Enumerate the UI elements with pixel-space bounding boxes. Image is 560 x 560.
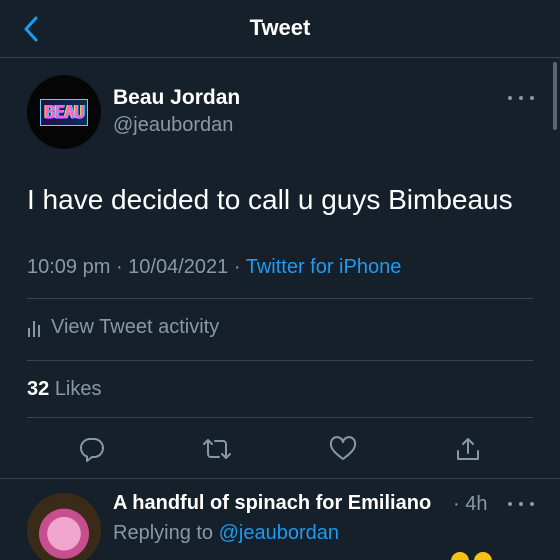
more-options-button[interactable] bbox=[508, 91, 534, 105]
avatar-logo: BEAU bbox=[40, 98, 88, 126]
author-name[interactable]: Beau Jordan bbox=[113, 86, 240, 110]
likes-count-link[interactable]: 32 Likes bbox=[27, 378, 102, 401]
replying-label: Replying to bbox=[113, 522, 214, 544]
emoji-icon bbox=[474, 552, 492, 560]
divider bbox=[27, 417, 533, 418]
more-dot-icon bbox=[530, 96, 534, 100]
likes-count: 32 bbox=[27, 378, 50, 400]
more-dot-icon bbox=[519, 96, 523, 100]
scrollbar[interactable] bbox=[553, 62, 557, 130]
like-button[interactable] bbox=[328, 434, 358, 464]
activity-label: View Tweet activity bbox=[51, 316, 220, 338]
retweet-icon bbox=[203, 439, 231, 459]
reply-time-value: 4h bbox=[465, 493, 488, 515]
divider bbox=[27, 298, 533, 299]
likes-label: Likes bbox=[54, 378, 102, 400]
retweet-button[interactable] bbox=[202, 434, 232, 464]
more-dot-icon bbox=[530, 502, 534, 506]
author-handle[interactable]: @jeaubordan bbox=[113, 114, 233, 137]
meta-separator: · bbox=[110, 256, 129, 278]
reply-time: · 4h bbox=[453, 493, 488, 515]
author-avatar[interactable]: BEAU bbox=[27, 75, 101, 149]
share-button[interactable] bbox=[453, 434, 483, 464]
view-tweet-activity-button[interactable]: View Tweet activity bbox=[27, 316, 219, 339]
top-nav-bar: Tweet bbox=[0, 0, 560, 58]
tweet-meta: 10:09 pm · 10/04/2021 · Twitter for iPho… bbox=[27, 256, 401, 279]
replying-to-line: Replying to @jeaubordan bbox=[113, 522, 339, 545]
reply-author-avatar[interactable] bbox=[27, 493, 101, 560]
replying-handle-link[interactable]: @jeaubordan bbox=[219, 522, 339, 544]
tweet-text: I have decided to call u guys Bimbeaus bbox=[27, 184, 513, 215]
more-dot-icon bbox=[519, 502, 523, 506]
tweet-time: 10:09 pm bbox=[27, 256, 111, 278]
divider bbox=[27, 360, 533, 361]
reply-button[interactable] bbox=[77, 434, 107, 464]
more-dot-icon bbox=[508, 96, 512, 100]
section-divider bbox=[0, 478, 560, 479]
page-title: Tweet bbox=[249, 15, 311, 40]
reply-more-options-button[interactable] bbox=[508, 497, 534, 511]
tweet-source-link[interactable]: Twitter for iPhone bbox=[246, 256, 402, 278]
reply-icon bbox=[79, 437, 104, 462]
heart-icon bbox=[329, 436, 357, 460]
tweet-date: 10/04/2021 bbox=[128, 256, 229, 278]
emoji-icon bbox=[451, 552, 469, 560]
meta-separator: · bbox=[228, 256, 246, 278]
analytics-icon bbox=[28, 320, 40, 337]
more-dot-icon bbox=[508, 502, 512, 506]
reply-author-name[interactable]: A handful of spinach for Emiliano bbox=[113, 492, 431, 515]
share-icon bbox=[457, 438, 479, 460]
